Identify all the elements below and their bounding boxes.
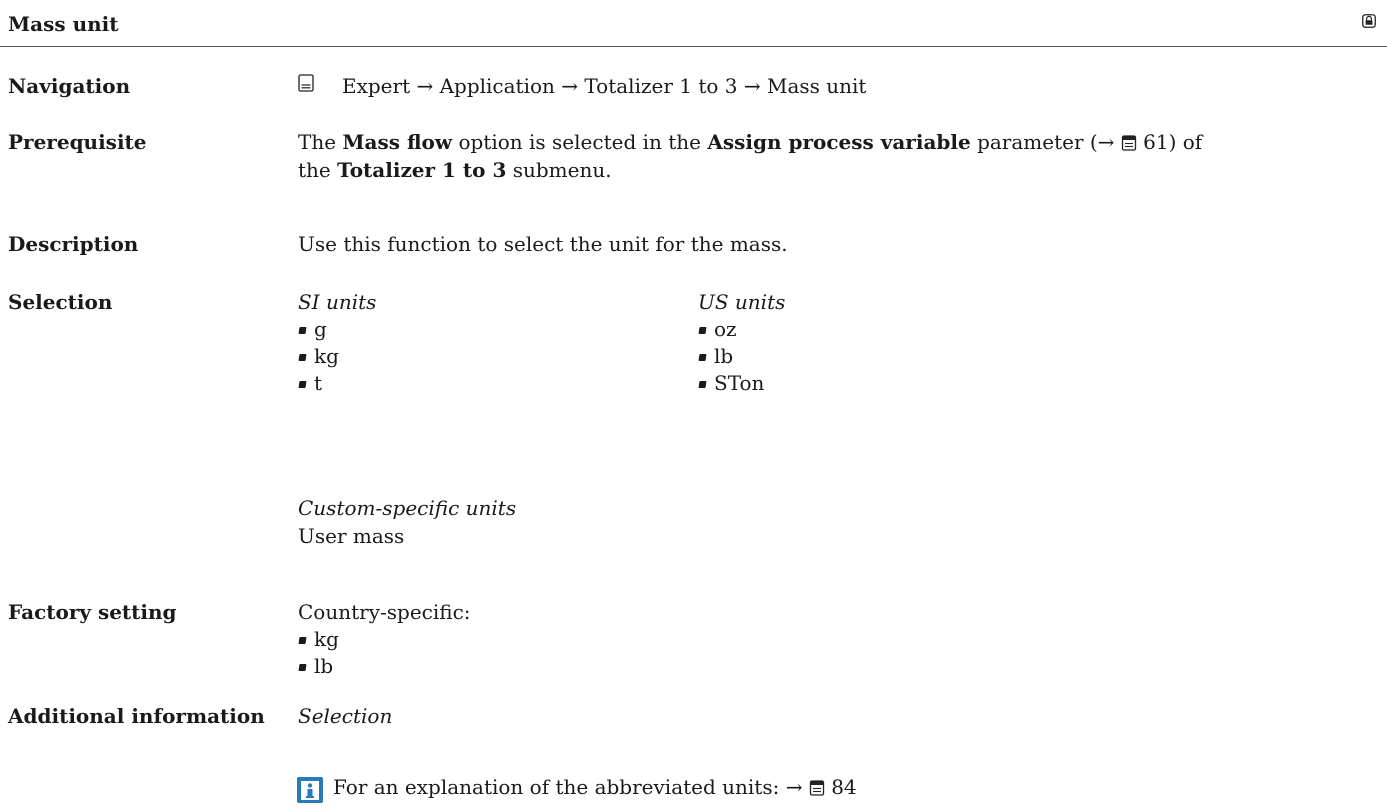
- lock-icon: [1362, 14, 1376, 28]
- additional-information-subheading: Selection: [298, 704, 393, 728]
- section-header: Mass unit: [0, 0, 1387, 47]
- factory-setting-list: kg lb: [298, 626, 471, 680]
- navigation-label: Navigation: [8, 74, 131, 98]
- list-item: g: [298, 316, 376, 343]
- navigation-path: Expert → Application → Totalizer 1 to 3 …: [342, 74, 867, 98]
- book-icon: [1121, 135, 1136, 151]
- list-item: oz: [698, 316, 785, 343]
- si-units-heading: SI units: [298, 290, 377, 314]
- list-item: kg: [298, 626, 471, 653]
- list-item: t: [298, 370, 376, 397]
- list-item: lb: [698, 343, 785, 370]
- page-reference[interactable]: 84: [831, 775, 856, 799]
- prerequisite-line-2: the Totalizer 1 to 3 submenu.: [298, 158, 612, 182]
- factory-setting-block: Country-specific: kg lb: [298, 598, 471, 680]
- si-units-list: g kg t: [298, 316, 376, 397]
- prerequisite-label: Prerequisite: [8, 130, 147, 154]
- menu-icon: [298, 74, 314, 92]
- additional-information-label: Additional information: [8, 704, 265, 728]
- us-units-block: US units oz lb STon: [698, 288, 785, 397]
- description-text: Use this function to select the unit for…: [298, 232, 788, 256]
- info-icon: [297, 777, 323, 803]
- description-label: Description: [8, 232, 139, 256]
- list-item: STon: [698, 370, 785, 397]
- prerequisite-text: The Mass flow option is selected in the …: [298, 128, 1378, 184]
- si-units-block: SI units g kg t: [298, 288, 376, 397]
- book-icon: [809, 780, 824, 796]
- custom-units-heading: Custom-specific units: [298, 496, 517, 520]
- note-text: For an explanation of the abbreviated un…: [333, 775, 857, 799]
- custom-units-value: User mass: [298, 524, 405, 548]
- factory-setting-intro: Country-specific:: [298, 600, 471, 624]
- selection-label: Selection: [8, 290, 113, 314]
- prerequisite-line-1: The Mass flow option is selected in the …: [298, 130, 1203, 154]
- page-title: Mass unit: [8, 12, 119, 36]
- custom-units-block: Custom-specific units User mass: [298, 494, 516, 550]
- page-reference[interactable]: 61: [1143, 130, 1168, 154]
- list-item: lb: [298, 653, 471, 680]
- list-item: kg: [298, 343, 376, 370]
- us-units-heading: US units: [698, 290, 786, 314]
- factory-setting-label: Factory setting: [8, 600, 177, 624]
- us-units-list: oz lb STon: [698, 316, 785, 397]
